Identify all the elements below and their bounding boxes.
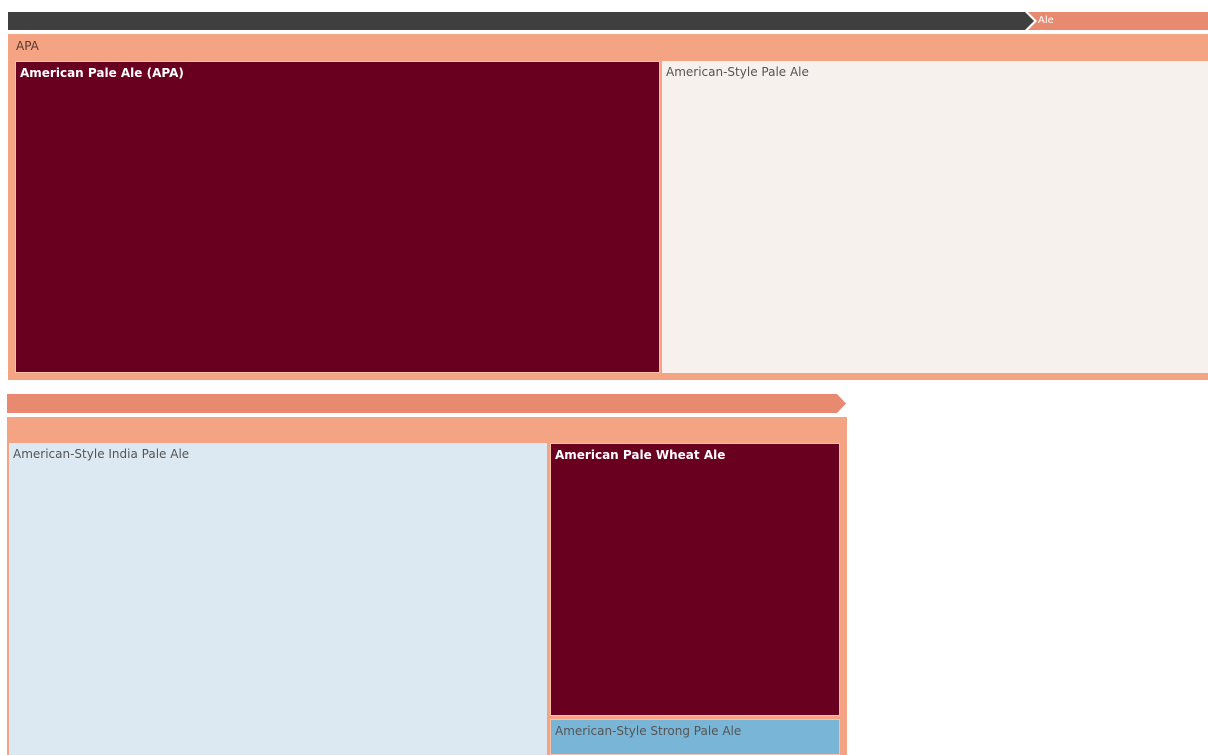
group-path-bar[interactable] <box>7 394 846 413</box>
treemap-tile-american-pale-ale-apa[interactable]: American Pale Ale (APA) <box>15 61 660 373</box>
tile-label: American-Style Strong Pale Ale <box>555 724 742 738</box>
tile-label: American Pale Ale (APA) <box>20 66 184 80</box>
group-label-apa: APA <box>16 39 39 53</box>
treemap-tile-american-style-pale-ale[interactable]: American-Style Pale Ale <box>662 61 1208 373</box>
tile-label: American-Style Pale Ale <box>666 65 809 79</box>
breadcrumb-ale[interactable]: Ale <box>1028 12 1208 30</box>
tile-label: American-Style India Pale Ale <box>13 447 190 461</box>
treemap-tile-american-style-india-pale-ale[interactable]: American-Style India Pale Ale <box>9 443 547 755</box>
treemap-tile-american-pale-wheat-ale[interactable]: American Pale Wheat Ale <box>550 443 840 716</box>
treemap-tile-american-style-strong-pale-ale[interactable]: American-Style Strong Pale Ale <box>550 719 840 755</box>
tile-label: American Pale Wheat Ale <box>555 448 726 462</box>
breadcrumb-root-bar[interactable] <box>8 12 1025 30</box>
